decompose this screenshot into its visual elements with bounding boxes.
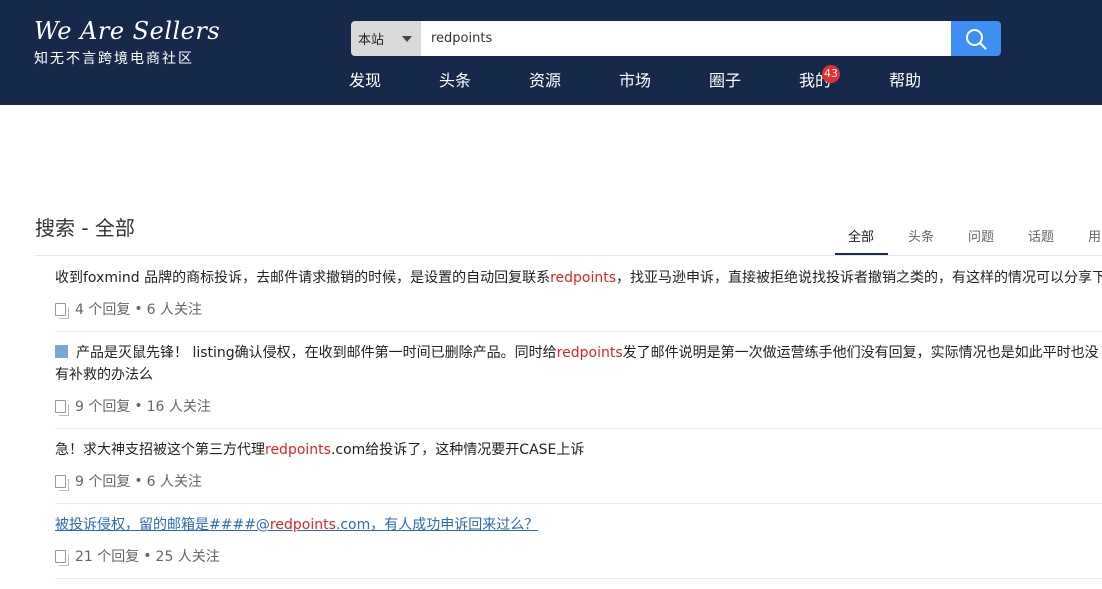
reply-count: 21 个回复: [75, 549, 140, 565]
nav-item-market[interactable]: 市场: [619, 70, 651, 92]
result-title-text: 收到foxmind 品牌的商标投诉，去邮件请求撤销的时候，是设置的自动回复联系: [55, 270, 551, 286]
result-title-link[interactable]: 被投诉侵权，留的邮箱是####@redpoints.com，有人成功申诉回来过么…: [55, 514, 1102, 536]
caret-down-icon: [402, 35, 412, 42]
result-title-text: 被投诉侵权，留的邮箱是####@: [55, 517, 270, 533]
meta-separator: •: [134, 301, 143, 317]
result-meta: 21 个回复 • 25 人关注: [55, 546, 1102, 566]
search-icon: [966, 28, 987, 50]
result-title[interactable]: 急！求大神支招被这个第三方代理redpoints.com给投诉了，这种情况要开C…: [55, 439, 1102, 461]
heading-divider: [35, 255, 1102, 256]
result-title[interactable]: 产品是灭鼠先锋！ listing确认侵权，在收到邮件第一时间已删除产品。同时给r…: [55, 342, 1102, 386]
result-item: 收到foxmind 品牌的商标投诉，去邮件请求撤销的时候，是设置的自动回复联系r…: [55, 267, 1102, 319]
reply-icon: [55, 549, 69, 566]
logo-subtitle: 知无不言跨境电商社区: [34, 51, 194, 67]
search-bar: 本站: [351, 21, 1001, 56]
meta-separator: •: [143, 548, 152, 564]
result-divider: [55, 578, 1102, 579]
keyword-highlight: redpoints: [556, 345, 623, 361]
result-item: 产品是灭鼠先锋！ listing确认侵权，在收到邮件第一时间已删除产品。同时给r…: [55, 342, 1102, 416]
site-logo[interactable]: We Are Sellers 知无不言跨境电商社区: [34, 16, 220, 67]
follower-count: 6 人关注: [146, 474, 202, 490]
result-meta: 4 个回复 • 6 人关注: [55, 299, 1102, 319]
meta-separator: •: [134, 473, 143, 489]
search-scope-label: 本站: [358, 33, 385, 48]
result-title-text: 急！求大神支招被这个第三方代理: [55, 442, 265, 458]
result-divider: [55, 428, 1102, 429]
tab-questions[interactable]: 问题: [968, 229, 994, 247]
nav-item-resources[interactable]: 资源: [529, 70, 561, 92]
result-title-text: 产品是灭鼠先锋！ listing确认侵权，在收到邮件第一时间已删除产品。同时给: [76, 345, 557, 361]
top-header: We Are Sellers 知无不言跨境电商社区 本站 发现 头条 资源 市场…: [0, 0, 1102, 105]
nav-item-circles[interactable]: 圈子: [709, 70, 741, 92]
meta-separator: •: [134, 398, 143, 414]
keyword-highlight: redpoints: [269, 517, 336, 533]
keyword-highlight: redpoints: [550, 270, 617, 286]
follower-count: 6 人关注: [146, 302, 202, 318]
result-divider: [55, 503, 1102, 504]
result-title-text: ，找亚马逊申诉，直接被拒绝说找投诉者撤销之类的，有这样的情况可以分享下: [616, 270, 1102, 286]
result-divider: [55, 331, 1102, 332]
result-tabs: 全部 头条 问题 话题 用: [835, 229, 1102, 255]
result-title[interactable]: 收到foxmind 品牌的商标投诉，去邮件请求撤销的时候，是设置的自动回复联系r…: [55, 267, 1102, 289]
page-title: 搜索 - 全部: [35, 216, 135, 240]
tab-users[interactable]: 用: [1088, 229, 1101, 247]
nav-item-mine[interactable]: 我的 43: [799, 65, 840, 92]
reply-count: 4 个回复: [75, 302, 131, 318]
follower-count: 25 人关注: [155, 549, 220, 565]
result-item: 急！求大神支招被这个第三方代理redpoints.com给投诉了，这种情况要开C…: [55, 439, 1102, 491]
result-meta: 9 个回复 • 16 人关注: [55, 396, 1102, 416]
follower-count: 16 人关注: [146, 399, 211, 415]
reply-icon: [55, 399, 69, 416]
reply-icon: [55, 302, 69, 319]
notification-badge: 43: [822, 65, 840, 83]
nav-item-help[interactable]: 帮助: [889, 70, 921, 92]
tab-headlines[interactable]: 头条: [908, 229, 934, 247]
result-title-text: .com给投诉了，这种情况要开CASE上诉: [330, 442, 585, 458]
search-button[interactable]: [951, 21, 1001, 56]
logo-title: We Are Sellers: [34, 17, 221, 45]
keyword-highlight: redpoints: [265, 442, 331, 458]
tab-topics[interactable]: 话题: [1028, 229, 1054, 247]
result-title-text: .com，有人成功申诉回来过么？: [335, 517, 539, 533]
nav-item-discover[interactable]: 发现: [349, 70, 381, 92]
reply-count: 9 个回复: [75, 399, 131, 415]
search-input[interactable]: [421, 21, 951, 56]
search-scope-select[interactable]: 本站: [351, 21, 421, 56]
reply-icon: [55, 474, 69, 491]
result-item: 被投诉侵权，留的邮箱是####@redpoints.com，有人成功申诉回来过么…: [55, 514, 1102, 566]
nav-item-headlines[interactable]: 头条: [439, 70, 471, 92]
result-meta: 9 个回复 • 6 人关注: [55, 471, 1102, 491]
tab-all[interactable]: 全部: [848, 229, 874, 247]
reply-count: 9 个回复: [75, 474, 131, 490]
user-badge-icon: [55, 345, 68, 358]
